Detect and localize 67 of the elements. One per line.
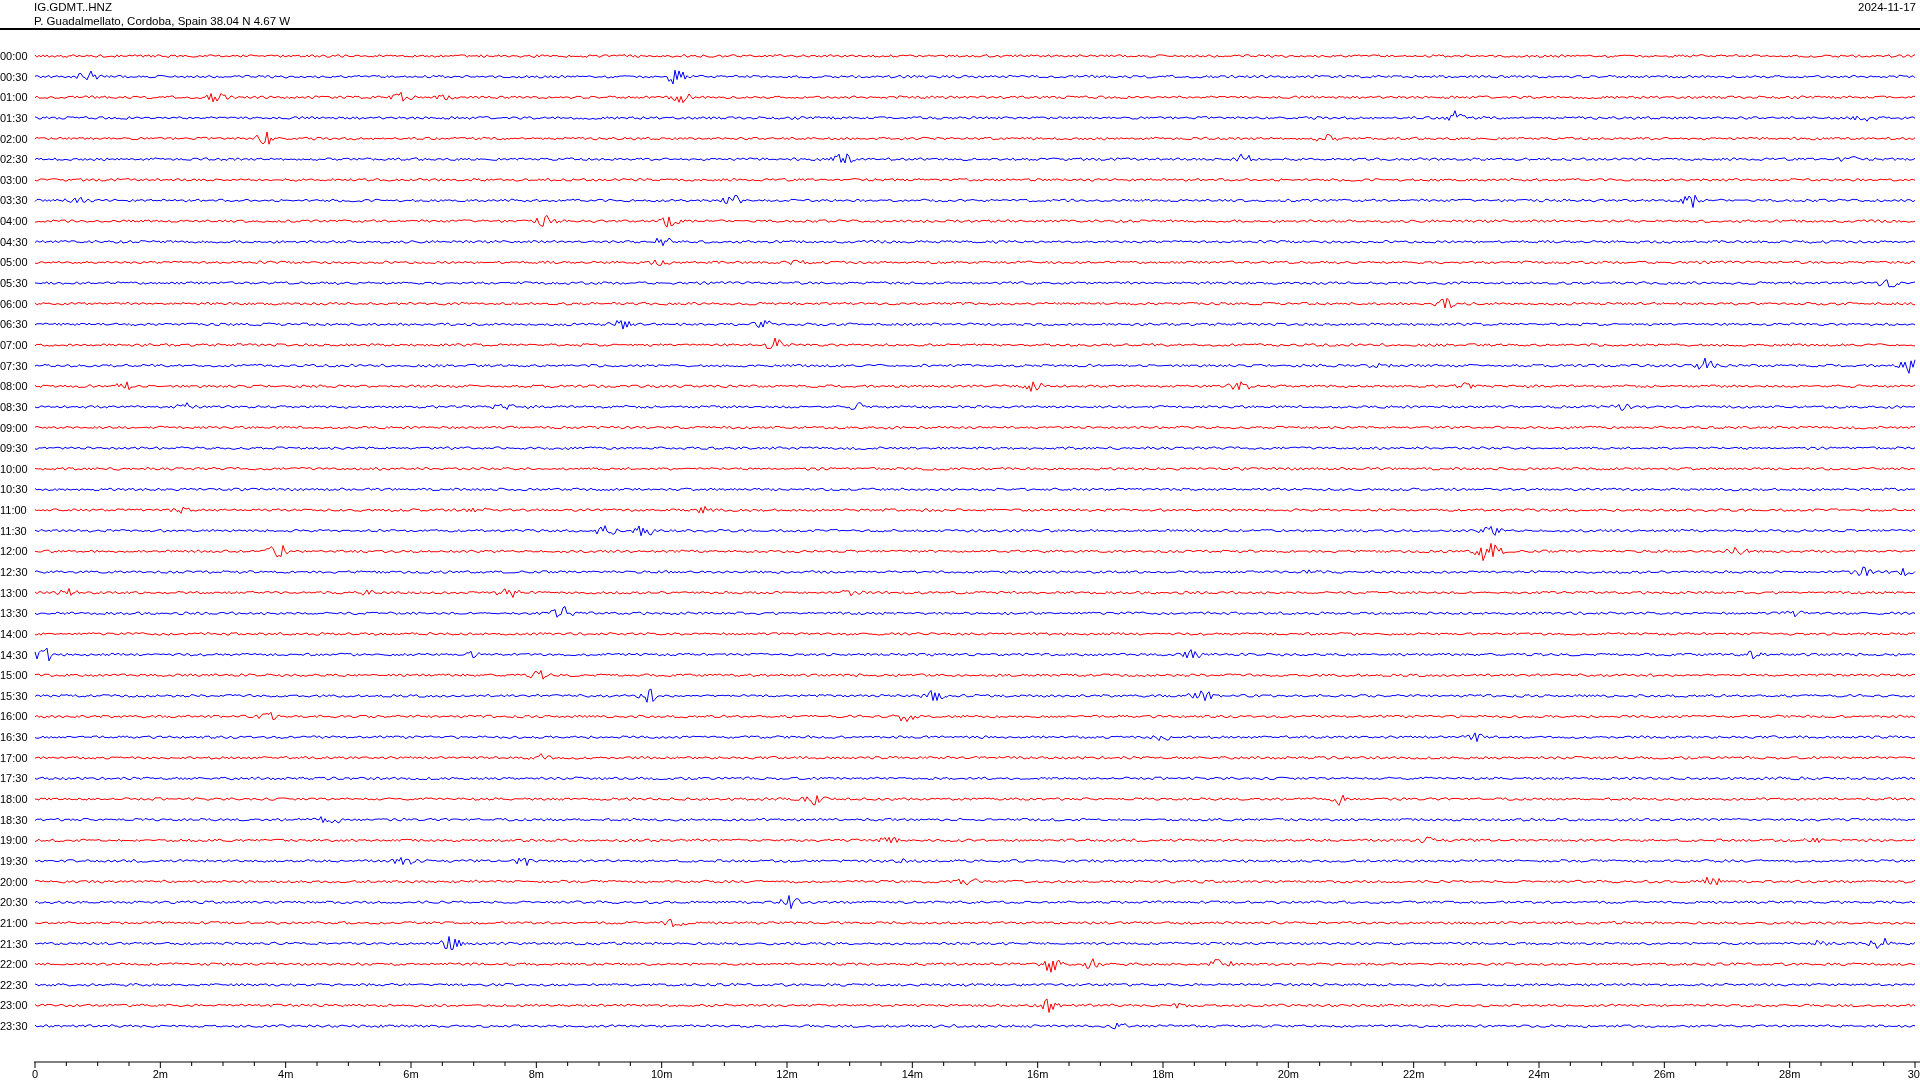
time-label: 18:00: [0, 793, 28, 806]
time-label: 03:00: [0, 173, 28, 186]
time-label: 09:30: [0, 442, 28, 455]
time-label: 11:30: [0, 524, 27, 537]
time-label: 02:30: [0, 153, 28, 166]
time-label: 14:00: [0, 627, 28, 640]
time-label: 11:00: [0, 504, 27, 517]
axis-tick-label: 26m: [1653, 1068, 1676, 1078]
time-label: 23:00: [0, 999, 28, 1012]
time-label: 08:00: [0, 380, 28, 393]
time-label: 10:00: [0, 462, 28, 475]
time-label: 12:30: [0, 566, 28, 578]
date-label: 2024-11-17: [1858, 1, 1916, 13]
time-label: 03:30: [0, 194, 28, 207]
time-label: 14:30: [0, 648, 28, 661]
time-label: 04:30: [0, 235, 28, 248]
time-label: 22:00: [0, 958, 28, 971]
axis-tick-label: 12m: [776, 1068, 798, 1078]
axis-tick-label: 28m: [1778, 1068, 1801, 1078]
time-label: 21:00: [0, 916, 28, 929]
time-label: 13:30: [0, 607, 28, 620]
time-label: 13:00: [0, 586, 28, 599]
axis-tick-label: 0: [31, 1068, 39, 1078]
time-label: 23:30: [0, 1020, 28, 1033]
station-location: P. Guadalmellato, Cordoba, Spain 38.04 N 4.67 W: [34, 14, 291, 28]
time-label: 15:30: [0, 689, 28, 702]
time-label: 17:30: [0, 772, 28, 785]
time-label: 09:00: [0, 421, 28, 434]
time-label: 18:30: [0, 813, 28, 826]
time-label: 04:00: [0, 215, 28, 228]
time-label: 10:30: [0, 483, 28, 496]
axis-tick-label: 8m: [528, 1068, 544, 1078]
time-label: 00:00: [0, 50, 28, 62]
time-label: 21:30: [0, 937, 28, 950]
axis-tick-label: 16m: [1026, 1068, 1049, 1078]
time-label: 20:00: [0, 875, 28, 888]
axis-tick-label: 18m: [1152, 1068, 1174, 1078]
time-label: 07:00: [0, 338, 28, 351]
time-label: 06:30: [0, 318, 28, 331]
time-label: 12:00: [0, 545, 28, 558]
time-label: 16:00: [0, 710, 28, 723]
time-label: 02:00: [0, 132, 28, 145]
axis-tick-label: 30: [1907, 1068, 1920, 1078]
time-label: 16:30: [0, 731, 28, 744]
time-label: 07:30: [0, 359, 28, 372]
time-label: 17:00: [0, 751, 28, 764]
axis-tick-label: 10m: [650, 1068, 673, 1078]
axis-tick-label: 14m: [901, 1068, 924, 1078]
time-label: 20:30: [0, 896, 28, 909]
time-label: 00:30: [0, 70, 28, 83]
axis-tick-label: 24m: [1528, 1068, 1550, 1078]
time-label: 15:00: [0, 669, 28, 682]
time-label: 05:30: [0, 277, 28, 290]
axis-tick-label: 4m: [278, 1068, 294, 1078]
station-code: IG.GDMT..HNZ: [34, 0, 113, 14]
time-label: 19:30: [0, 854, 28, 867]
axis-tick-label: 22m: [1402, 1068, 1425, 1078]
axis-tick-label: 6m: [403, 1068, 419, 1078]
time-label: 08:30: [0, 400, 28, 413]
time-label: 22:30: [0, 978, 28, 991]
time-label: 01:00: [0, 91, 28, 104]
time-label: 01:30: [0, 111, 28, 124]
axis-tick-label: 20m: [1277, 1068, 1300, 1078]
time-label: 06:00: [0, 297, 28, 310]
axis-tick-label: 2m: [152, 1068, 168, 1078]
time-label: 19:00: [0, 834, 28, 847]
time-label: 05:00: [0, 256, 28, 269]
